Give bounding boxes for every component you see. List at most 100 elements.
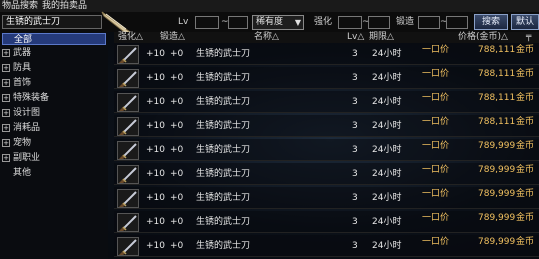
table-row[interactable]: +10 +0 生锈的武士刀 3 24小时 一口价 789,999 金币 (114, 163, 539, 185)
category-label: 设计图 (13, 108, 41, 118)
row-period: 24小时 (372, 97, 402, 107)
column-price[interactable]: 价格(金币)△ (458, 32, 508, 43)
row-currency: 金币 (516, 93, 535, 103)
rarity-select[interactable]: 稀有度 ▼ (252, 15, 304, 30)
row-buy-type: 一口价 (422, 213, 450, 223)
column-period[interactable]: 期限△ (369, 32, 394, 43)
category-label: 消耗品 (13, 123, 41, 133)
row-currency: 金币 (516, 141, 535, 151)
results-header: 强化△ 锻造△ 名称△ Lv△ 期限△ 价格(金币)△ ╤ (114, 32, 539, 43)
category-pet[interactable]: + 宠物 (2, 137, 106, 149)
row-period: 24小时 (372, 145, 402, 155)
row-forge: +0 (170, 169, 184, 179)
katana-icon[interactable] (117, 117, 139, 136)
category-blueprint[interactable]: + 设计图 (2, 107, 106, 119)
row-currency: 金币 (516, 165, 535, 175)
expand-icon[interactable]: + (2, 49, 10, 57)
category-label: 防具 (13, 63, 32, 73)
auction-house-window: 物品搜索 我的拍卖品 生锈的武士刀 Lv ~ 稀有度 ▼ 强化 ~ 锻造 ~ 搜… (0, 0, 539, 259)
row-price: 788,111 (478, 93, 516, 103)
row-item-name: 生锈的武士刀 (196, 193, 251, 203)
category-label: 特殊装备 (13, 93, 50, 103)
table-row[interactable]: +10 +0 生锈的武士刀 3 24小时 一口价 788,111 金币 (114, 91, 539, 113)
row-level: 3 (352, 97, 358, 107)
category-all[interactable]: 全部 (2, 33, 106, 45)
katana-icon[interactable] (117, 237, 139, 256)
category-accessory[interactable]: + 首饰 (2, 77, 106, 89)
katana-icon[interactable] (117, 141, 139, 160)
default-button[interactable]: 默认 (511, 14, 539, 30)
column-level[interactable]: Lv△ (347, 32, 364, 43)
enhance-max-input[interactable] (368, 16, 390, 29)
table-row[interactable]: +10 +0 生锈的武士刀 3 24小时 一口价 789,999 金币 (114, 139, 539, 161)
row-currency: 金币 (516, 189, 535, 199)
expand-icon[interactable]: + (2, 79, 10, 87)
row-item-name: 生锈的武士刀 (196, 169, 251, 179)
row-enhance: +10 (146, 145, 165, 155)
katana-icon[interactable] (117, 213, 139, 232)
row-price: 789,999 (478, 237, 516, 247)
table-row[interactable]: +10 +0 生锈的武士刀 3 24小时 一口价 789,999 金币 (114, 211, 539, 233)
tab-item-search[interactable]: 物品搜索 (2, 0, 38, 12)
category-armor[interactable]: + 防具 (2, 62, 106, 74)
search-button[interactable]: 搜索 (474, 14, 508, 30)
enhance-label: 强化 (314, 17, 333, 27)
katana-icon[interactable] (117, 45, 139, 64)
row-price: 788,111 (478, 117, 516, 127)
expand-icon[interactable]: + (2, 154, 10, 162)
row-currency: 金币 (516, 45, 535, 55)
row-enhance: +10 (146, 73, 165, 83)
level-min-input[interactable] (195, 16, 219, 29)
row-forge: +0 (170, 121, 184, 131)
katana-icon[interactable] (117, 69, 139, 88)
tab-my-auctions[interactable]: 我的拍卖品 (42, 0, 87, 12)
column-enhance[interactable]: 强化△ (118, 32, 143, 43)
row-level: 3 (352, 169, 358, 179)
katana-icon[interactable] (117, 93, 139, 112)
category-weapon[interactable]: + 武器 (2, 47, 106, 59)
category-special-equipment[interactable]: + 特殊装备 (2, 92, 106, 104)
pin-icon[interactable]: ╤ (526, 32, 531, 43)
expand-icon[interactable]: + (2, 109, 10, 117)
row-buy-type: 一口价 (422, 141, 450, 151)
row-item-name: 生锈的武士刀 (196, 97, 251, 107)
row-buy-type: 一口价 (422, 237, 450, 247)
table-row[interactable]: +10 +0 生锈的武士刀 3 24小时 一口价 789,999 金币 (114, 187, 539, 209)
forge-min-input[interactable] (418, 16, 440, 29)
expand-icon[interactable]: + (2, 64, 10, 72)
table-row[interactable]: +10 +0 生锈的武士刀 3 24小时 一口价 788,111 金币 (114, 43, 539, 65)
table-row[interactable]: +10 +0 生锈的武士刀 3 24小时 一口价 788,111 金币 (114, 67, 539, 89)
forge-max-input[interactable] (446, 16, 468, 29)
category-other[interactable]: 其他 (2, 167, 106, 179)
column-forge[interactable]: 锻造△ (160, 32, 185, 43)
item-name-input[interactable]: 生锈的武士刀 (2, 15, 102, 29)
level-max-input[interactable] (228, 16, 248, 29)
expand-icon[interactable]: + (2, 139, 10, 147)
table-row[interactable]: +10 +0 生锈的武士刀 3 24小时 一口价 789,999 金币 (114, 235, 539, 257)
row-forge: +0 (170, 49, 184, 59)
row-currency: 金币 (516, 69, 535, 79)
category-sub-profession[interactable]: + 副职业 (2, 152, 106, 164)
row-enhance: +10 (146, 241, 165, 251)
expand-icon[interactable]: + (2, 94, 10, 102)
row-level: 3 (352, 73, 358, 83)
expand-icon[interactable]: + (2, 124, 10, 132)
katana-icon[interactable] (117, 165, 139, 184)
enhance-min-input[interactable] (338, 16, 362, 29)
row-forge: +0 (170, 217, 184, 227)
row-currency: 金币 (516, 117, 535, 127)
row-forge: +0 (170, 193, 184, 203)
column-name[interactable]: 名称△ (254, 32, 279, 43)
row-enhance: +10 (146, 97, 165, 107)
level-label: Lv (178, 17, 189, 27)
katana-icon[interactable] (117, 189, 139, 208)
category-consumable[interactable]: + 消耗品 (2, 122, 106, 134)
category-label: 宠物 (13, 138, 32, 148)
row-buy-type: 一口价 (422, 189, 450, 199)
row-buy-type: 一口价 (422, 45, 450, 55)
row-forge: +0 (170, 97, 184, 107)
row-period: 24小时 (372, 241, 402, 251)
row-enhance: +10 (146, 169, 165, 179)
category-label: 首饰 (13, 78, 32, 88)
table-row[interactable]: +10 +0 生锈的武士刀 3 24小时 一口价 788,111 金币 (114, 115, 539, 137)
